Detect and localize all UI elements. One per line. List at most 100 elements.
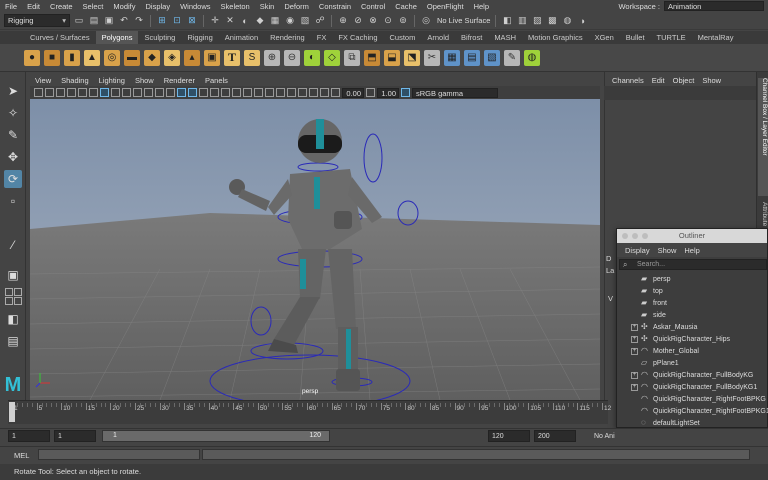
sculpt-icon[interactable]: ◍ [524, 49, 540, 66]
snap-live-icon[interactable]: ⊚ [397, 15, 409, 27]
snap-grid-icon[interactable]: ⊕ [337, 15, 349, 27]
quad-draw-icon[interactable]: ✎ [504, 49, 520, 66]
grease-pencil-icon[interactable] [89, 88, 98, 97]
outliner-item[interactable]: + ◠ QuickRigCharacter_FullBodyKG [617, 369, 767, 381]
make-live-icon[interactable]: ◎ [420, 15, 432, 27]
hypershade-icon[interactable]: ◍ [561, 15, 573, 27]
workspace-dropdown[interactable]: Animation [664, 1, 764, 11]
wireframe-icon[interactable] [177, 88, 186, 97]
zoom-window-icon[interactable] [642, 233, 648, 239]
poly-disc-icon[interactable]: ◆ [144, 49, 160, 66]
expand-toggle-icon[interactable]: + [631, 323, 638, 331]
new-scene-icon[interactable]: ▭ [73, 15, 85, 27]
channel-box-menu-edit[interactable]: Edit [648, 76, 669, 85]
xray-icon[interactable] [298, 88, 307, 97]
shelf-tab-animation[interactable]: Animation [219, 31, 264, 44]
render-settings-icon[interactable]: ▩ [546, 15, 558, 27]
extrude-icon[interactable]: ⬒ [364, 49, 380, 66]
viewport-persp[interactable] [30, 99, 600, 400]
auto-map-icon[interactable]: ▧ [484, 49, 500, 66]
outliner-menu-show[interactable]: Show [654, 246, 681, 255]
planar-map-icon[interactable]: ▤ [464, 49, 480, 66]
outliner-item[interactable]: + ◠ QuickRigCharacter_FullBodyKG1 [617, 381, 767, 393]
move-tool-icon[interactable]: ✥ [4, 148, 22, 166]
menu-edit[interactable]: Edit [22, 2, 45, 11]
mask-surfaces-icon[interactable]: ◆ [254, 15, 266, 27]
menu-help[interactable]: Help [469, 2, 494, 11]
mel-command-input[interactable] [38, 449, 200, 460]
mask-handles-icon[interactable]: ✛ [209, 15, 221, 27]
shelf-tab-motion-graphics[interactable]: Motion Graphics [522, 31, 589, 44]
poly-plane-icon[interactable]: ▬ [124, 49, 140, 66]
expand-toggle-icon[interactable]: + [631, 383, 638, 391]
mirror-icon[interactable]: ⬔ [404, 49, 420, 66]
viewport-menu-renderer[interactable]: Renderer [159, 76, 200, 85]
menu-modify[interactable]: Modify [108, 2, 140, 11]
ipr-render-icon[interactable]: ▨ [531, 15, 543, 27]
playback-end-field[interactable]: 120 [488, 430, 530, 442]
shelf-tab-mash[interactable]: MASH [488, 31, 522, 44]
uv-editor-icon[interactable]: ▦ [444, 49, 460, 66]
mask-curves-icon[interactable]: ◐ [239, 15, 251, 27]
outliner-item[interactable]: ◠ QuickRigCharacter_RightFootBPKG [617, 393, 767, 405]
outliner-item[interactable]: ▰ top [617, 285, 767, 297]
expand-toggle-icon[interactable]: + [631, 335, 638, 343]
layer-editor-tab-la[interactable]: La [606, 266, 614, 275]
outliner-layout-icon[interactable]: ◧ [4, 310, 22, 328]
shelf-tab-mentalray[interactable]: MentalRay [692, 31, 740, 44]
paint-select-tool-icon[interactable]: ✎ [4, 126, 22, 144]
color-management-icon[interactable] [401, 88, 410, 97]
2d-pan-zoom-icon[interactable] [78, 88, 87, 97]
rotate-tool-icon[interactable]: ⟳ [4, 170, 22, 188]
expand-toggle-icon[interactable]: + [631, 347, 638, 355]
scale-tool-icon[interactable]: ▫ [4, 192, 22, 210]
close-window-icon[interactable] [622, 233, 628, 239]
outliner-item[interactable]: ▰ side [617, 309, 767, 321]
undo-icon[interactable]: ↶ [118, 15, 130, 27]
shelf-tab-polygons[interactable]: Polygons [95, 31, 139, 44]
channel-box-menu-show[interactable]: Show [698, 76, 725, 85]
multicut-icon[interactable]: ✂ [424, 49, 440, 66]
outliner-item[interactable]: + ✣ Askar_Mausia [617, 321, 767, 333]
select-camera-icon[interactable] [34, 88, 43, 97]
snap-point-icon[interactable]: ⊗ [367, 15, 379, 27]
poly-cone-icon[interactable]: ▲ [84, 49, 100, 66]
menu-create[interactable]: Create [45, 2, 78, 11]
render-frame-icon[interactable]: ▥ [516, 15, 528, 27]
wireframe-on-shaded-icon[interactable] [199, 88, 208, 97]
lights-icon[interactable] [221, 88, 230, 97]
poly-cylinder-icon[interactable]: ▮ [64, 49, 80, 66]
viewport-menu-view[interactable]: View [30, 76, 56, 85]
menu-select[interactable]: Select [78, 2, 109, 11]
shelf-tab-curves-surfaces[interactable]: Curves / Surfaces [24, 31, 96, 44]
menu-openflight[interactable]: OpenFlight [422, 2, 469, 11]
view-transform-dropdown[interactable]: sRGB gamma [412, 87, 498, 98]
single-view-layout-icon[interactable]: ▣ [4, 266, 22, 284]
viewport-menu-panels[interactable]: Panels [200, 76, 233, 85]
shadows-icon[interactable] [232, 88, 241, 97]
outliner-item[interactable]: + ✣ QuickRigCharacter_Hips [617, 333, 767, 345]
select-object-icon[interactable]: ⊡ [171, 15, 183, 27]
shelf-tab-bifrost[interactable]: Bifrost [455, 31, 488, 44]
bevel-icon[interactable]: ◇ [324, 49, 340, 66]
anim-layer-dropdown[interactable]: No Ani [590, 430, 630, 442]
exposure-field[interactable]: 0.00 [342, 87, 364, 98]
film-gate-icon[interactable] [111, 88, 120, 97]
last-tool-icon[interactable]: ⁄ [4, 236, 22, 254]
menu-skin[interactable]: Skin [255, 2, 280, 11]
four-view-layout-icon[interactable] [14, 297, 22, 305]
bookmark-icon[interactable] [56, 88, 65, 97]
select-tool-icon[interactable]: ➤ [4, 82, 22, 100]
channel-box-menu-channels[interactable]: Channels [608, 76, 648, 85]
mask-dynamics-icon[interactable]: ◉ [284, 15, 296, 27]
outliner-menu-display[interactable]: Display [621, 246, 654, 255]
outliner-title-bar[interactable]: Outliner [617, 229, 767, 243]
menu-deform[interactable]: Deform [279, 2, 314, 11]
smooth-shade-icon[interactable] [188, 88, 197, 97]
ambient-occlusion-icon[interactable] [243, 88, 252, 97]
isolate-select-icon[interactable] [287, 88, 296, 97]
menu-file[interactable]: File [0, 2, 22, 11]
resolution-gate-icon[interactable] [122, 88, 131, 97]
select-component-icon[interactable]: ⊠ [186, 15, 198, 27]
shelf-tab-xgen[interactable]: XGen [589, 31, 620, 44]
